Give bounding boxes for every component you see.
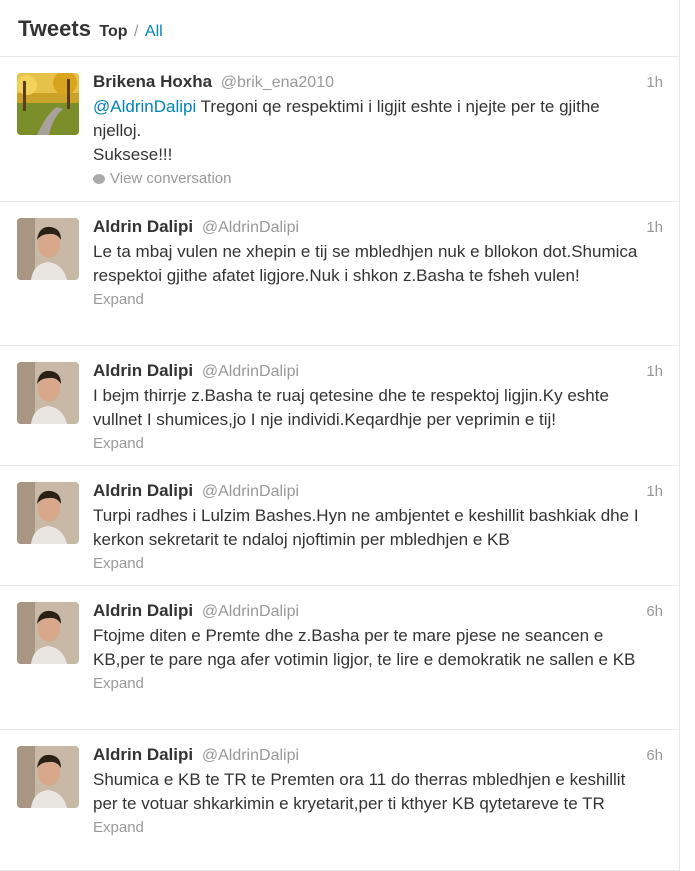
tweet-item[interactable]: Aldrin Dalipi @AldrinDalipi 1h Turpi rad… xyxy=(0,466,679,586)
filter-all-link[interactable]: All xyxy=(145,23,163,40)
author-handle[interactable]: @AldrinDalipi xyxy=(202,483,299,500)
conversation-bubble-icon xyxy=(93,174,105,184)
view-conversation-label: View conversation xyxy=(110,170,232,187)
tweet-text: Ftojme diten e Premte dhe z.Basha per te… xyxy=(93,626,636,669)
tweet-header-line: Aldrin Dalipi @AldrinDalipi xyxy=(93,480,661,503)
tweet-item[interactable]: Aldrin Dalipi @AldrinDalipi 1h I bejm th… xyxy=(0,346,679,466)
author-handle[interactable]: @AldrinDalipi xyxy=(202,363,299,380)
tweet-header-line: Brikena Hoxha @brik_ena2010 xyxy=(93,71,661,94)
tweet-text: Le ta mbaj vulen ne xhepin e tij se mble… xyxy=(93,242,638,285)
expand-link[interactable]: Expand xyxy=(93,290,661,310)
author-name[interactable]: Brikena Hoxha xyxy=(93,72,212,91)
expand-link[interactable]: Expand xyxy=(93,434,661,454)
tweets-title: Tweets xyxy=(18,16,91,41)
author-name[interactable]: Aldrin Dalipi xyxy=(93,481,193,500)
tweet-timestamp[interactable]: 6h xyxy=(646,747,663,764)
expand-link[interactable]: Expand xyxy=(93,818,661,838)
author-handle[interactable]: @AldrinDalipi xyxy=(202,219,299,236)
mention-link[interactable]: @AldrinDalipi xyxy=(93,97,196,116)
tweet-timestamp[interactable]: 1h xyxy=(646,363,663,380)
tweet-timestamp[interactable]: 1h xyxy=(646,483,663,500)
author-handle[interactable]: @brik_ena2010 xyxy=(221,74,334,91)
tweet-text: @AldrinDalipi Tregoni qe respektimi i li… xyxy=(93,95,661,167)
tweet-header-line: Aldrin Dalipi @AldrinDalipi xyxy=(93,600,661,623)
author-name[interactable]: Aldrin Dalipi xyxy=(93,361,193,380)
tweet-text: I bejm thirrje z.Basha te ruaj qetesine … xyxy=(93,386,609,429)
tweet-header-line: Aldrin Dalipi @AldrinDalipi xyxy=(93,744,661,767)
author-name[interactable]: Aldrin Dalipi xyxy=(93,745,193,764)
avatar[interactable] xyxy=(17,746,79,808)
avatar[interactable] xyxy=(17,218,79,280)
expand-link[interactable]: Expand xyxy=(93,554,661,574)
avatar[interactable] xyxy=(17,73,79,135)
expand-link[interactable]: Expand xyxy=(93,674,661,694)
tweet-text: Turpi radhes i Lulzim Bashes.Hyn ne ambj… xyxy=(93,506,639,549)
tweet-item[interactable]: Brikena Hoxha @brik_ena2010 1h @AldrinDa… xyxy=(0,57,679,202)
author-name[interactable]: Aldrin Dalipi xyxy=(93,217,193,236)
tweet-item[interactable]: Aldrin Dalipi @AldrinDalipi 1h Le ta mba… xyxy=(0,202,679,346)
view-conversation-link[interactable]: View conversation xyxy=(93,169,661,189)
author-handle[interactable]: @AldrinDalipi xyxy=(202,603,299,620)
tweet-timestamp[interactable]: 6h xyxy=(646,603,663,620)
avatar[interactable] xyxy=(17,602,79,664)
tweet-header-line: Aldrin Dalipi @AldrinDalipi xyxy=(93,216,661,239)
tweet-header-line: Aldrin Dalipi @AldrinDalipi xyxy=(93,360,661,383)
tweet-timestamp[interactable]: 1h xyxy=(646,74,663,91)
author-handle[interactable]: @AldrinDalipi xyxy=(202,747,299,764)
avatar[interactable] xyxy=(17,482,79,544)
avatar[interactable] xyxy=(17,362,79,424)
filter-separator: / xyxy=(134,23,139,40)
tweet-item[interactable]: Aldrin Dalipi @AldrinDalipi 6h Shumica e… xyxy=(0,730,679,871)
tweet-text: Shumica e KB te TR te Premten ora 11 do … xyxy=(93,770,626,813)
tweet-timestamp[interactable]: 1h xyxy=(646,219,663,236)
author-name[interactable]: Aldrin Dalipi xyxy=(93,601,193,620)
filter-top-tab[interactable]: Top xyxy=(99,23,127,40)
tweet-item[interactable]: Aldrin Dalipi @AldrinDalipi 6h Ftojme di… xyxy=(0,586,679,730)
tweets-panel: Tweets Top / All Brikena Hoxha @brik_ena… xyxy=(0,0,680,871)
tweet-text-line2: Suksese!!! xyxy=(93,145,173,164)
tweets-header: Tweets Top / All xyxy=(0,0,679,57)
